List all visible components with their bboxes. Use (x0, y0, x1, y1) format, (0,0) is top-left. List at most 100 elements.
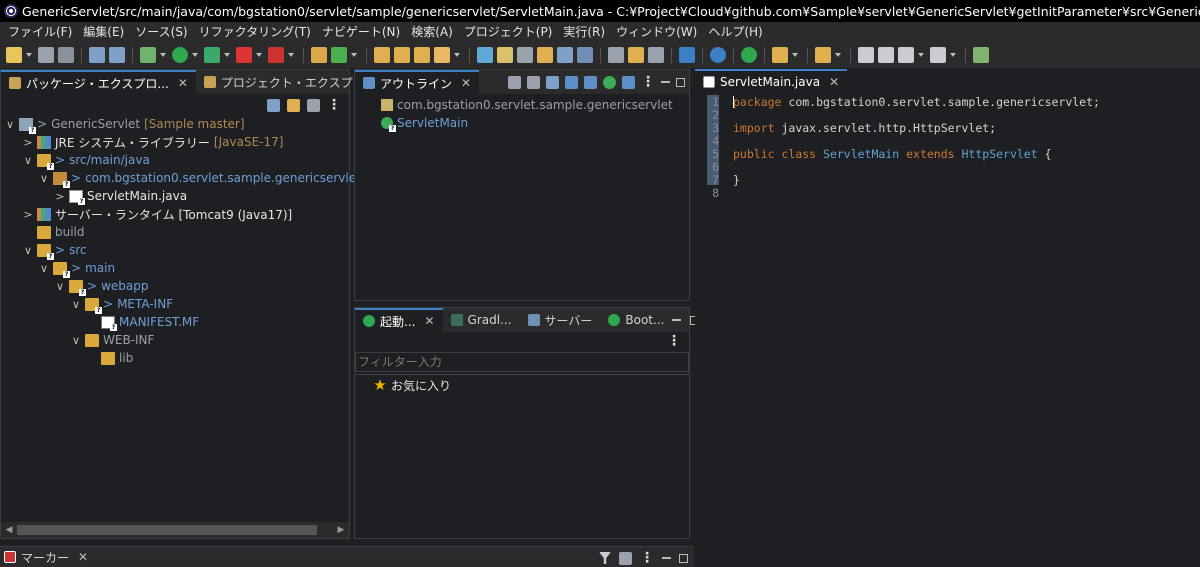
tree-item-manifest[interactable]: ? MANIFEST.MF (87, 313, 199, 331)
block-selection-icon[interactable] (557, 47, 573, 63)
tab-boot-dashboard[interactable]: Boot... (600, 308, 672, 332)
last-edit-icon[interactable] (648, 47, 664, 63)
filter-icon[interactable] (599, 552, 611, 564)
save-icon[interactable] (38, 47, 54, 63)
menu-refactor[interactable]: リファクタリング(T) (195, 22, 318, 42)
tree-item-src[interactable]: ∨ ? > src (23, 241, 87, 260)
show-whitespace-icon[interactable] (577, 47, 593, 63)
menu-file[interactable]: ファイル(F) (4, 22, 79, 42)
code-line[interactable]: 5 public class ServletMain extends HttpSe… (695, 147, 1051, 161)
back-dropdown-icon[interactable] (918, 53, 924, 57)
close-icon[interactable]: ✕ (424, 314, 434, 328)
tab-project-explorer[interactable]: プロジェクト・エクスプ... (196, 70, 372, 94)
perspective-icon[interactable] (973, 47, 989, 63)
brush-icon[interactable] (434, 47, 450, 63)
chevron-right-icon[interactable]: > (55, 190, 65, 203)
code-line[interactable]: 2 (695, 108, 733, 122)
tree-item-lib[interactable]: lib (87, 349, 133, 367)
new-class-dropdown-icon[interactable] (351, 53, 357, 57)
prev-annotation-icon[interactable] (628, 47, 644, 63)
debug-dropdown-icon[interactable] (160, 53, 166, 57)
new-icon[interactable] (6, 47, 22, 63)
menu-edit[interactable]: 編集(E) (79, 22, 131, 42)
run-last-tool-icon[interactable] (204, 47, 220, 63)
open-type-icon[interactable] (374, 47, 390, 63)
highlight-icon[interactable] (497, 47, 513, 63)
server-dropdown-icon[interactable] (288, 53, 294, 57)
chevron-down-icon[interactable]: ∨ (5, 118, 15, 131)
scroll-right-icon[interactable]: ▶ (333, 522, 349, 538)
outline-item-class[interactable]: ? ServletMain (381, 114, 468, 132)
open-folder-icon[interactable] (394, 47, 410, 63)
outline-item-package[interactable]: com.bgstation0.servlet.sample.genericser… (381, 96, 673, 114)
close-icon[interactable]: ✕ (829, 75, 839, 89)
stop-dropdown-icon[interactable] (256, 53, 262, 57)
minimize-icon[interactable] (661, 81, 670, 83)
scrollbar-thumb[interactable] (17, 525, 317, 535)
next-annotation-icon[interactable] (608, 47, 624, 63)
power-icon[interactable] (741, 47, 757, 63)
save-all-icon[interactable] (58, 47, 74, 63)
maximize-icon[interactable] (679, 553, 688, 563)
toggle-breadcrumb-icon[interactable] (517, 47, 533, 63)
open-resource-icon[interactable] (772, 47, 788, 63)
tab-servers[interactable]: サーバー (520, 308, 601, 332)
brush-dropdown-icon[interactable] (454, 53, 460, 57)
minimize-icon[interactable] (672, 319, 682, 321)
new-class-icon[interactable] (331, 47, 347, 63)
close-icon[interactable]: ✕ (461, 76, 471, 90)
code-line[interactable]: 3 import javax.servlet.http.HttpServlet; (695, 121, 996, 135)
menu-search[interactable]: 検索(A) (407, 22, 460, 42)
minimize-icon[interactable] (662, 557, 671, 559)
new-dropdown-icon[interactable] (26, 53, 32, 57)
hide-local-types-icon[interactable] (622, 75, 635, 89)
chevron-down-icon[interactable]: ∨ (55, 280, 65, 293)
maximize-icon[interactable] (676, 77, 685, 87)
stop-icon[interactable] (236, 47, 252, 63)
redo-icon[interactable] (109, 47, 125, 63)
filter-input[interactable] (355, 352, 689, 372)
chevron-right-icon[interactable]: > (23, 136, 33, 149)
server-stop-icon[interactable] (268, 47, 284, 63)
tree-item-jre[interactable]: > JRE システム・ライブラリー [JavaSE-17] (23, 133, 283, 151)
hide-fields-icon[interactable] (565, 75, 578, 89)
undo-icon[interactable] (89, 47, 105, 63)
chevron-down-icon[interactable]: ∨ (71, 334, 81, 347)
tree-item-webapp[interactable]: ∨ ? > webapp (55, 277, 148, 296)
forward-history-icon[interactable] (878, 47, 894, 63)
menu-project[interactable]: プロジェクト(P) (460, 22, 560, 42)
view-menu-icon[interactable]: ⋮ (641, 75, 655, 89)
new-java-project-icon[interactable] (311, 47, 327, 63)
debug-icon[interactable] (140, 47, 156, 63)
run-dropdown-icon[interactable] (192, 53, 198, 57)
view-menu-icon[interactable]: ⋮ (640, 551, 654, 565)
collapse-all-icon[interactable] (527, 75, 540, 89)
chevron-right-icon[interactable]: > (23, 208, 33, 221)
search-icon[interactable] (477, 47, 493, 63)
tab-servletmain-java[interactable]: ServletMain.java ✕ (695, 69, 848, 93)
tab-gradle[interactable]: Gradl... (443, 308, 520, 332)
chevron-down-icon[interactable]: ∨ (23, 244, 33, 257)
favorites-item[interactable]: ★ お気に入り (373, 376, 451, 394)
next-edit-dropdown-icon[interactable] (835, 53, 841, 57)
open-resource-dropdown-icon[interactable] (792, 53, 798, 57)
tree-item-main[interactable]: ∨ ? > main (39, 259, 115, 278)
link-with-editor-icon[interactable] (287, 98, 300, 112)
horizontal-scrollbar[interactable]: ◀ ▶ (1, 522, 349, 538)
code-line[interactable]: 6 (695, 160, 733, 174)
menu-window[interactable]: ウィンドウ(W) (612, 22, 704, 42)
tab-markers[interactable]: マーカー ✕ (0, 547, 92, 567)
close-icon[interactable]: ✕ (78, 550, 88, 564)
chevron-down-icon[interactable]: ∨ (39, 262, 49, 275)
focus-icon[interactable] (508, 75, 521, 89)
code-line[interactable]: 8 (695, 186, 733, 200)
back-history-icon[interactable] (858, 47, 874, 63)
hide-static-icon[interactable] (584, 75, 597, 89)
tree-item-build[interactable]: build (23, 223, 85, 241)
tree-item-project[interactable]: ∨ ? > GenericServlet [Sample master] (5, 115, 245, 134)
chevron-down-icon[interactable]: ∨ (39, 172, 49, 185)
tree-item-package[interactable]: ∨ ? > com.bgstation0.servlet.sample.gene… (39, 169, 361, 188)
view-menu-icon[interactable]: ⋮ (667, 333, 681, 349)
menu-source[interactable]: ソース(S) (131, 22, 194, 42)
tree-item-servletmain-java[interactable]: > ? ServletMain.java (55, 187, 187, 205)
